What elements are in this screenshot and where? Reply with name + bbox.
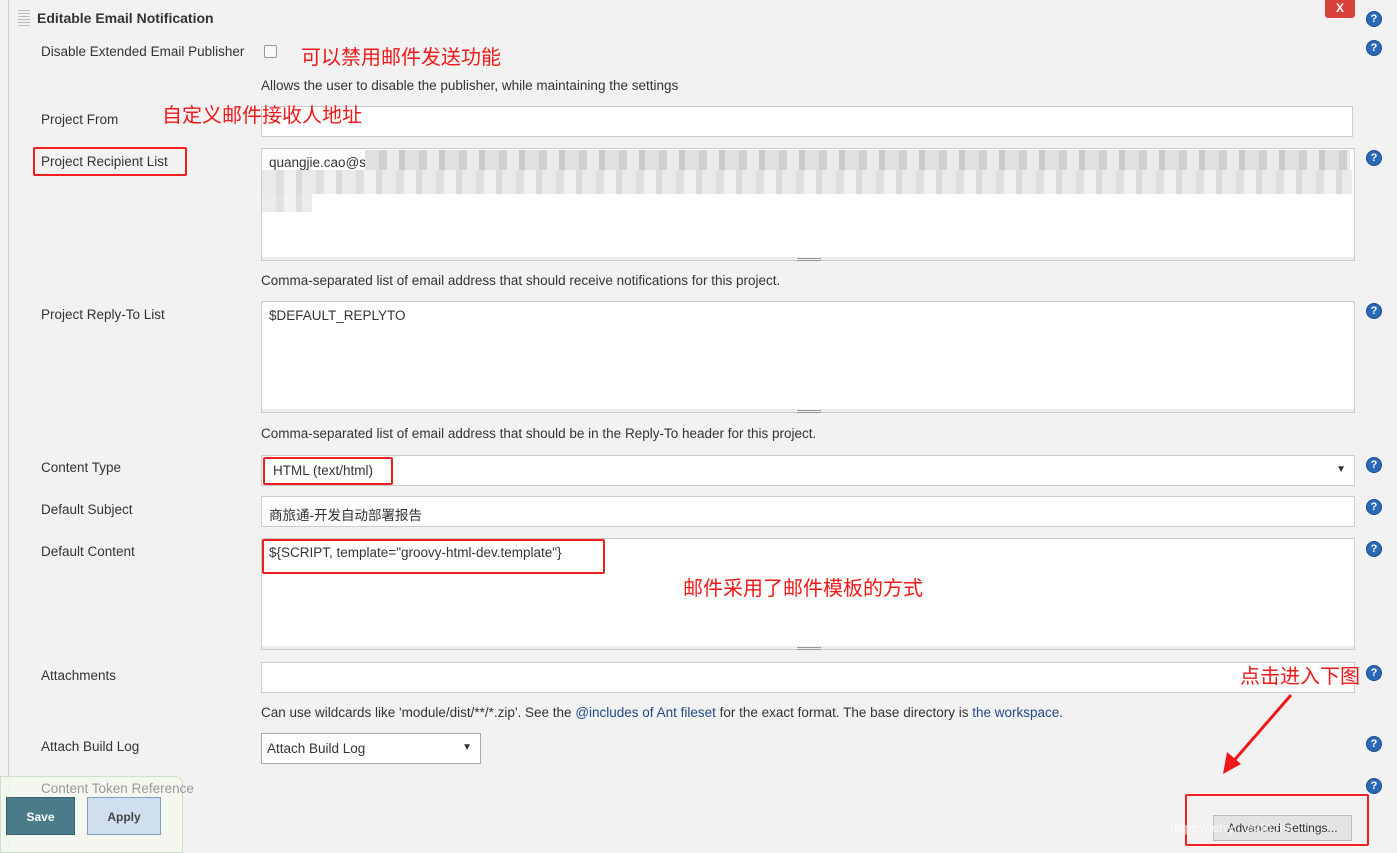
dropdown-arrow-icon: ▼ <box>462 742 472 753</box>
annotation-recipient: 自定义邮件接收人地址 <box>162 105 362 127</box>
help-icon[interactable]: ? <box>1366 736 1382 752</box>
reply-to-textarea[interactable]: $DEFAULT_REPLYTO <box>261 301 1355 410</box>
arrow-annotation-icon <box>1223 694 1293 774</box>
disable-description: Allows the user to disable the publisher… <box>261 78 679 93</box>
disable-label: Disable Extended Email Publisher <box>41 44 245 59</box>
resize-handle[interactable] <box>261 409 1355 413</box>
drag-handle-icon[interactable] <box>18 10 30 26</box>
project-from-input[interactable] <box>261 106 1353 137</box>
help-icon[interactable]: ? <box>1366 11 1382 27</box>
reply-to-label: Project Reply-To List <box>41 307 165 322</box>
highlight-box <box>33 147 187 176</box>
subject-value: 商旅通-开发自动部署报告 <box>269 508 422 523</box>
annotation-click: 点击进入下图 <box>1240 666 1360 688</box>
token-reference-label: Content Token Reference <box>41 781 194 796</box>
desc-text: for the exact format. The base directory… <box>715 705 973 720</box>
ant-fileset-link[interactable]: @includes of Ant fileset <box>575 705 716 720</box>
attachments-description: Can use wildcards like 'module/dist/**/*… <box>261 705 1063 720</box>
build-log-value: Attach Build Log <box>267 741 366 756</box>
delete-section-button[interactable]: X <box>1325 0 1355 18</box>
highlight-box <box>263 457 393 485</box>
desc-text: Can use wildcards like 'module/dist/**/*… <box>261 705 576 720</box>
workspace-link[interactable]: the workspace <box>972 705 1059 720</box>
redacted-text <box>262 194 312 212</box>
help-icon[interactable]: ? <box>1366 778 1382 794</box>
disable-checkbox[interactable] <box>264 45 277 58</box>
subject-input[interactable]: 商旅通-开发自动部署报告 <box>261 496 1355 527</box>
content-label: Default Content <box>41 544 135 559</box>
help-icon[interactable]: ? <box>1366 457 1382 473</box>
build-log-select[interactable]: Attach Build Log ▼ <box>261 733 481 764</box>
section-border <box>8 0 9 847</box>
resize-handle[interactable] <box>261 646 1355 650</box>
help-icon[interactable]: ? <box>1366 499 1382 515</box>
help-icon[interactable]: ? <box>1366 303 1382 319</box>
reply-to-description: Comma-separated list of email address th… <box>261 426 817 441</box>
watermark: https://jerry...csdn.net <box>1170 820 1294 835</box>
annotation-disable: 可以禁用邮件发送功能 <box>301 47 501 69</box>
dropdown-arrow-icon: ▼ <box>1336 464 1346 475</box>
annotation-template: 邮件采用了邮件模板的方式 <box>683 578 923 600</box>
recipient-description: Comma-separated list of email address th… <box>261 273 781 288</box>
subject-label: Default Subject <box>41 502 133 517</box>
help-icon[interactable]: ? <box>1366 150 1382 166</box>
help-icon[interactable]: ? <box>1366 40 1382 56</box>
reply-to-value: $DEFAULT_REPLYTO <box>269 308 406 323</box>
redacted-text <box>365 150 1350 170</box>
help-icon[interactable]: ? <box>1366 665 1382 681</box>
attachments-label: Attachments <box>41 668 117 683</box>
content-type-label: Content Type <box>41 460 122 475</box>
help-icon[interactable]: ? <box>1366 541 1382 557</box>
desc-text: . <box>1059 705 1064 720</box>
project-from-label: Project From <box>41 112 119 127</box>
build-log-label: Attach Build Log <box>41 739 140 754</box>
save-button[interactable]: Save <box>6 797 75 835</box>
resize-handle[interactable] <box>261 257 1355 261</box>
section-title: Editable Email Notification <box>37 10 214 26</box>
highlight-box <box>262 539 605 574</box>
redacted-text <box>262 170 1352 194</box>
apply-button[interactable]: Apply <box>87 797 161 835</box>
content-type-select[interactable]: HTML (text/html) ▼ <box>261 455 1355 486</box>
attachments-input[interactable] <box>261 662 1355 693</box>
recipient-value: quangjie.cao@s <box>269 155 367 170</box>
